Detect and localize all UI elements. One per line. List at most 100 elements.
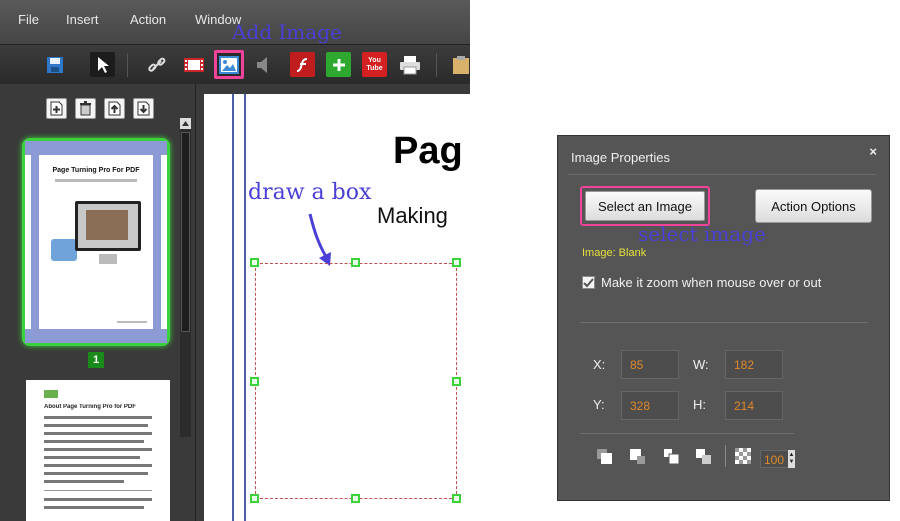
y-label: Y: [593, 397, 605, 412]
add-page-icon [50, 101, 63, 116]
page-thumbnail-1[interactable]: Page Turning Pro For PDF [22, 138, 170, 346]
annotation-add-image: Add Image [232, 20, 342, 44]
resize-handle-top-left[interactable] [250, 258, 259, 267]
resize-handle-bottom-right[interactable] [452, 494, 461, 503]
bring-forward-icon [629, 448, 645, 464]
paste-button[interactable] [448, 52, 470, 77]
annotation-arrow-icon [308, 213, 331, 266]
send-to-back-button[interactable] [694, 447, 712, 465]
resize-handle-bottom-left[interactable] [250, 494, 259, 503]
youtube-button[interactable]: You Tube [362, 52, 387, 77]
annotation-draw-a-box: draw a box [248, 180, 372, 205]
select-an-image-button[interactable]: Select an Image [585, 191, 705, 221]
product-box-image [51, 239, 77, 261]
h-label: H: [693, 397, 706, 412]
add-button[interactable] [326, 52, 351, 77]
thumbnail-scrollbar[interactable] [180, 118, 191, 437]
resize-handle-left[interactable] [250, 377, 259, 386]
editor-window: File Insert Action Window You Tube Add I… [0, 0, 470, 521]
printer-icon [399, 55, 420, 74]
link-icon [147, 57, 165, 72]
zoom-checkbox[interactable] [582, 276, 595, 289]
move-page-down-button[interactable] [133, 98, 154, 119]
thumbnail-toolbar [46, 98, 154, 119]
zoom-option-row: Make it zoom when mouse over or out [582, 275, 821, 290]
scroll-up-arrow-icon[interactable] [180, 118, 191, 129]
divider [580, 322, 868, 323]
page-subheading-text: Making [377, 203, 448, 228]
save-icon [46, 56, 63, 73]
image-icon [219, 55, 239, 74]
zoom-checkbox-label: Make it zoom when mouse over or out [601, 275, 822, 290]
monitor-image [75, 201, 141, 251]
menu-file[interactable]: File [18, 12, 39, 27]
thumbnail-title: Page Turning Pro For PDF [52, 167, 140, 174]
action-options-button[interactable]: Action Options [755, 189, 872, 223]
opacity-button[interactable] [734, 447, 752, 465]
resize-handle-top[interactable] [351, 258, 360, 267]
select-tool-button[interactable] [90, 52, 115, 77]
add-page-button[interactable] [46, 98, 67, 119]
page-thumbnail-2[interactable]: About Page Turning Pro for PDF [26, 380, 170, 521]
divider [580, 433, 794, 434]
page-up-icon [108, 101, 121, 116]
screenshot-root: File Insert Action Window You Tube Add I… [0, 0, 900, 521]
video-icon [183, 57, 204, 72]
bring-to-front-button[interactable] [595, 447, 613, 465]
dialog-title: Image Properties [571, 150, 670, 165]
delete-page-button[interactable] [75, 98, 96, 119]
print-button[interactable] [397, 52, 422, 77]
w-label: W: [693, 357, 709, 372]
send-to-back-icon [695, 448, 711, 464]
divider [568, 174, 876, 175]
scrollbar-thumb[interactable] [181, 132, 190, 332]
page-number-badge: 1 [88, 352, 104, 368]
image-placeholder-box[interactable] [255, 263, 457, 499]
select-pointer-icon [97, 56, 109, 73]
stepper-down-icon[interactable]: ▼ [789, 459, 795, 466]
menu-insert[interactable]: Insert [66, 12, 99, 27]
youtube-icon: You Tube [366, 56, 383, 72]
sound-icon [256, 56, 267, 73]
height-input[interactable]: 214 [725, 391, 783, 420]
add-image-button[interactable] [214, 50, 244, 79]
resize-handle-bottom[interactable] [351, 494, 360, 503]
trash-icon [80, 101, 91, 116]
menu-action[interactable]: Action [130, 12, 166, 27]
flash-icon [296, 57, 307, 72]
page-heading-text: Pag [393, 130, 463, 172]
divider [725, 445, 726, 467]
thumbnail-heading: About Page Turning Pro for PDF [44, 404, 136, 410]
close-icon[interactable]: × [869, 144, 877, 159]
bring-forward-button[interactable] [628, 447, 646, 465]
clipboard-icon [452, 55, 469, 74]
sound-button[interactable] [250, 52, 275, 77]
resize-handle-right[interactable] [452, 377, 461, 386]
select-image-highlight: Select an Image [580, 186, 710, 226]
x-input[interactable]: 85 [621, 350, 679, 379]
x-label: X: [593, 357, 606, 372]
annotation-select-image: select image [638, 222, 766, 246]
bring-to-front-icon [596, 448, 612, 464]
flash-button[interactable] [290, 52, 315, 77]
opacity-stepper[interactable]: ▲ ▼ [788, 450, 795, 468]
move-page-up-button[interactable] [104, 98, 125, 119]
stepper-up-icon[interactable]: ▲ [789, 452, 795, 459]
toolbar: You Tube [0, 44, 470, 84]
width-input[interactable]: 182 [725, 350, 783, 379]
resize-handle-top-right[interactable] [452, 258, 461, 267]
toolbar-separator [436, 53, 437, 77]
toolbar-separator [127, 53, 128, 77]
image-status-text: Image: Blank [582, 247, 647, 259]
transparency-icon [735, 448, 751, 464]
save-button[interactable] [42, 52, 67, 77]
add-green-icon [332, 58, 345, 71]
link-button[interactable] [144, 52, 169, 77]
y-input[interactable]: 328 [621, 391, 679, 420]
video-button[interactable] [181, 52, 206, 77]
send-backward-button[interactable] [662, 447, 680, 465]
page-down-icon [137, 101, 150, 116]
send-backward-icon [663, 448, 679, 464]
image-properties-dialog: Image Properties × Select an Image Actio… [557, 135, 890, 501]
checkmark-icon [583, 278, 594, 288]
